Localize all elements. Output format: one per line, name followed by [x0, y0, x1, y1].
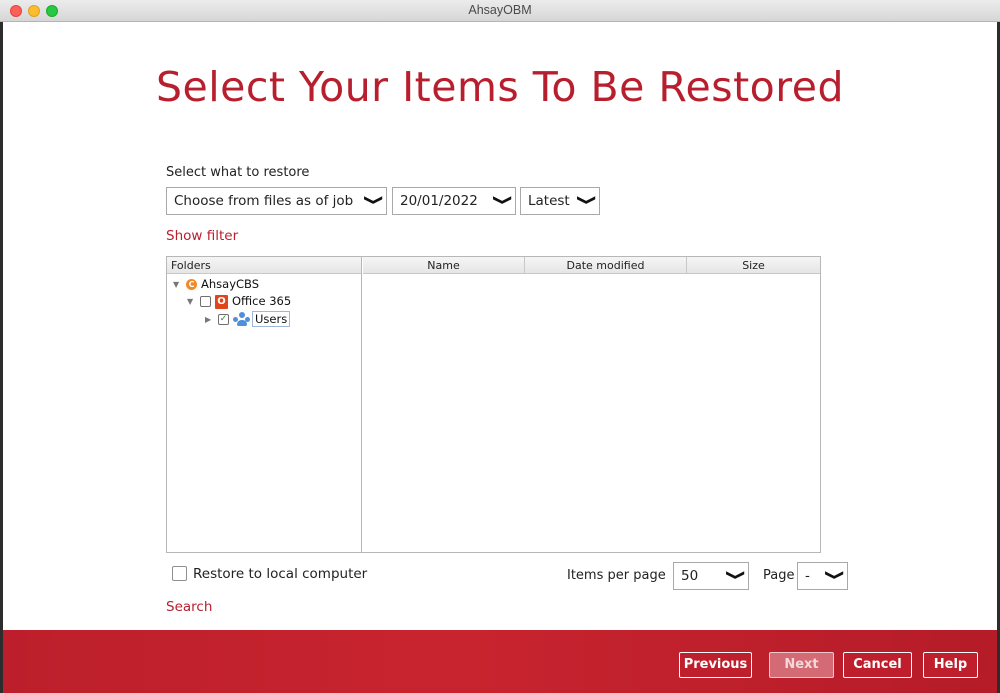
- restore-to-local-label: Restore to local computer: [193, 566, 368, 582]
- items-per-page-dropdown[interactable]: 50 ❯: [673, 562, 749, 590]
- page-dropdown[interactable]: - ❯: [797, 562, 848, 590]
- users-checkbox[interactable]: ✓: [218, 314, 229, 325]
- tree-node-office365[interactable]: ▼ O Office 365: [187, 294, 317, 310]
- tree-node-label: AhsayCBS: [201, 277, 260, 291]
- name-column-header[interactable]: Name: [363, 257, 525, 274]
- show-filter-link[interactable]: Show filter: [166, 228, 238, 244]
- tree-node-ahsaycbs[interactable]: ▼ C AhsayCBS: [173, 277, 293, 293]
- chevron-down-icon: ❯: [363, 194, 385, 206]
- restore-to-local-checkbox[interactable]: [172, 566, 187, 581]
- expanded-triangle-icon[interactable]: ▼: [173, 280, 179, 289]
- page-label: Page: [763, 568, 795, 583]
- window-titlebar: AhsayOBM: [0, 0, 1000, 22]
- backup-date-value: 20/01/2022: [400, 193, 478, 209]
- office365-checkbox[interactable]: [200, 296, 211, 307]
- tree-node-label: Users: [252, 311, 291, 327]
- previous-button[interactable]: Previous: [679, 652, 752, 678]
- expanded-triangle-icon[interactable]: ▼: [187, 297, 193, 306]
- restore-mode-dropdown[interactable]: Choose from files as of job ❯: [166, 187, 387, 215]
- backup-time-dropdown[interactable]: Latest ❯: [520, 187, 600, 215]
- select-restore-label: Select what to restore: [166, 165, 310, 180]
- restore-mode-value: Choose from files as of job: [174, 193, 354, 209]
- items-per-page-label: Items per page: [567, 568, 666, 583]
- chevron-down-icon: ❯: [725, 569, 747, 581]
- size-column-header[interactable]: Size: [687, 257, 820, 274]
- chevron-down-icon: ❯: [824, 569, 846, 581]
- items-per-page-value: 50: [681, 568, 699, 584]
- folders-tree-pane: ▼ C AhsayCBS ▼ O Office 365 ▶ ✓ Users: [167, 257, 362, 552]
- search-link[interactable]: Search: [166, 599, 212, 615]
- office365-icon: O: [215, 295, 228, 309]
- cancel-button[interactable]: Cancel: [843, 652, 912, 678]
- chevron-down-icon: ❯: [492, 194, 514, 206]
- tree-node-label: Office 365: [232, 294, 292, 308]
- next-button[interactable]: Next: [769, 652, 834, 678]
- users-icon: [233, 312, 250, 327]
- date-modified-column-header[interactable]: Date modified: [525, 257, 687, 274]
- help-button[interactable]: Help: [923, 652, 978, 678]
- page-value: -: [805, 568, 810, 584]
- chevron-down-icon: ❯: [576, 194, 598, 206]
- ahsaycbs-icon: C: [186, 279, 197, 290]
- file-browser: Folders Name Date modified Size ▼ C Ahsa…: [166, 256, 821, 553]
- window-title: AhsayOBM: [468, 3, 532, 17]
- collapsed-triangle-icon[interactable]: ▶: [205, 315, 211, 324]
- backup-time-value: Latest: [528, 193, 570, 209]
- backup-date-dropdown[interactable]: 20/01/2022 ❯: [392, 187, 516, 215]
- tree-node-users[interactable]: ▶ ✓ Users: [205, 311, 315, 328]
- page-title: Select Your Items To Be Restored: [156, 63, 844, 111]
